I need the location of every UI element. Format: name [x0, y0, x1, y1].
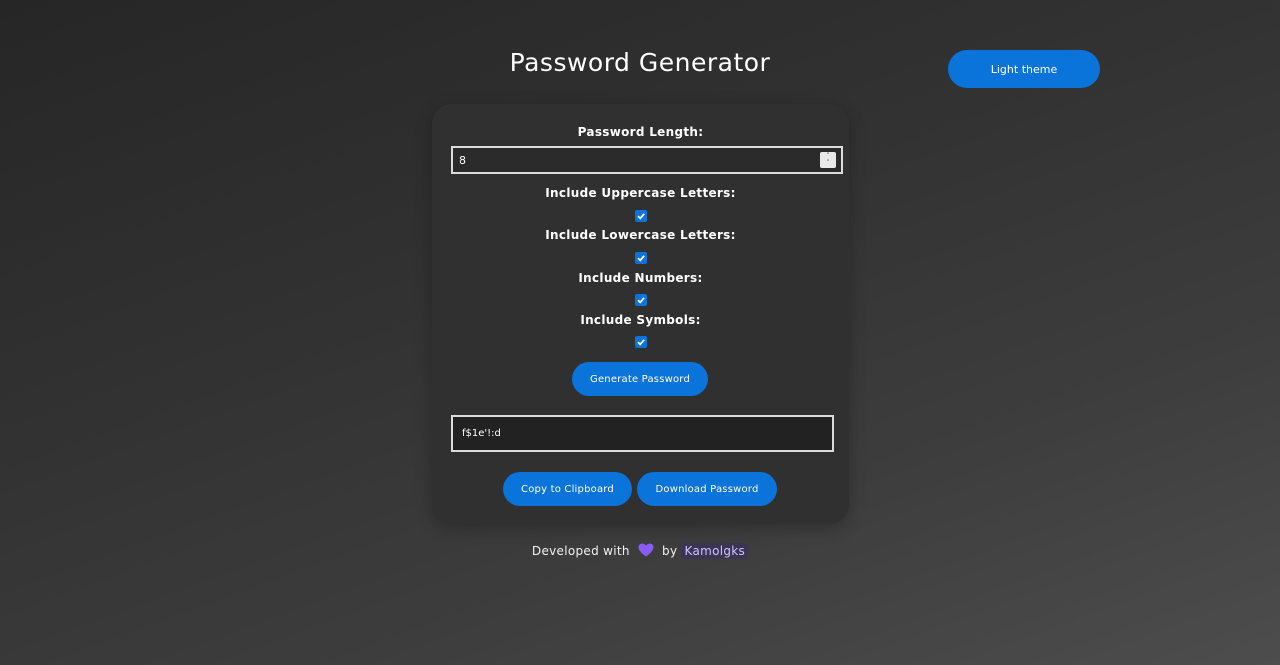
- heart-icon: [638, 543, 654, 560]
- lowercase-label: Include Lowercase Letters:: [545, 228, 736, 242]
- generate-password-button[interactable]: Generate Password: [572, 362, 708, 396]
- check-icon: [637, 255, 645, 262]
- footer: Developed with by Kamolgks: [0, 543, 1280, 560]
- length-input[interactable]: 8 ˄ ˅: [451, 146, 843, 174]
- password-output[interactable]: f$1e'!:d: [451, 415, 834, 452]
- numbers-label: Include Numbers:: [578, 271, 703, 285]
- symbols-checkbox[interactable]: [635, 336, 647, 348]
- numbers-checkbox[interactable]: [635, 294, 647, 306]
- author-link[interactable]: Kamolgks: [681, 543, 749, 559]
- length-label: Password Length:: [577, 125, 704, 139]
- uppercase-checkbox[interactable]: [635, 210, 647, 222]
- copy-clipboard-button[interactable]: Copy to Clipboard: [503, 472, 632, 506]
- footer-prefix: Developed with: [531, 544, 630, 558]
- footer-by: by: [662, 544, 678, 558]
- download-password-button[interactable]: Download Password: [637, 472, 777, 506]
- generator-card: Password Length: 8 ˄ ˅ Include Uppercase…: [432, 104, 849, 524]
- check-icon: [637, 297, 645, 304]
- symbols-label: Include Symbols:: [580, 313, 701, 327]
- uppercase-label: Include Uppercase Letters:: [545, 186, 736, 200]
- password-value: f$1e'!:d: [462, 428, 501, 439]
- length-value: 8: [459, 153, 466, 167]
- number-spinner[interactable]: ˄ ˅: [820, 152, 836, 168]
- spinner-down-icon[interactable]: ˅: [826, 160, 830, 167]
- lowercase-checkbox[interactable]: [635, 252, 647, 264]
- check-icon: [637, 339, 645, 346]
- check-icon: [637, 213, 645, 220]
- theme-toggle-button[interactable]: Light theme: [948, 50, 1100, 88]
